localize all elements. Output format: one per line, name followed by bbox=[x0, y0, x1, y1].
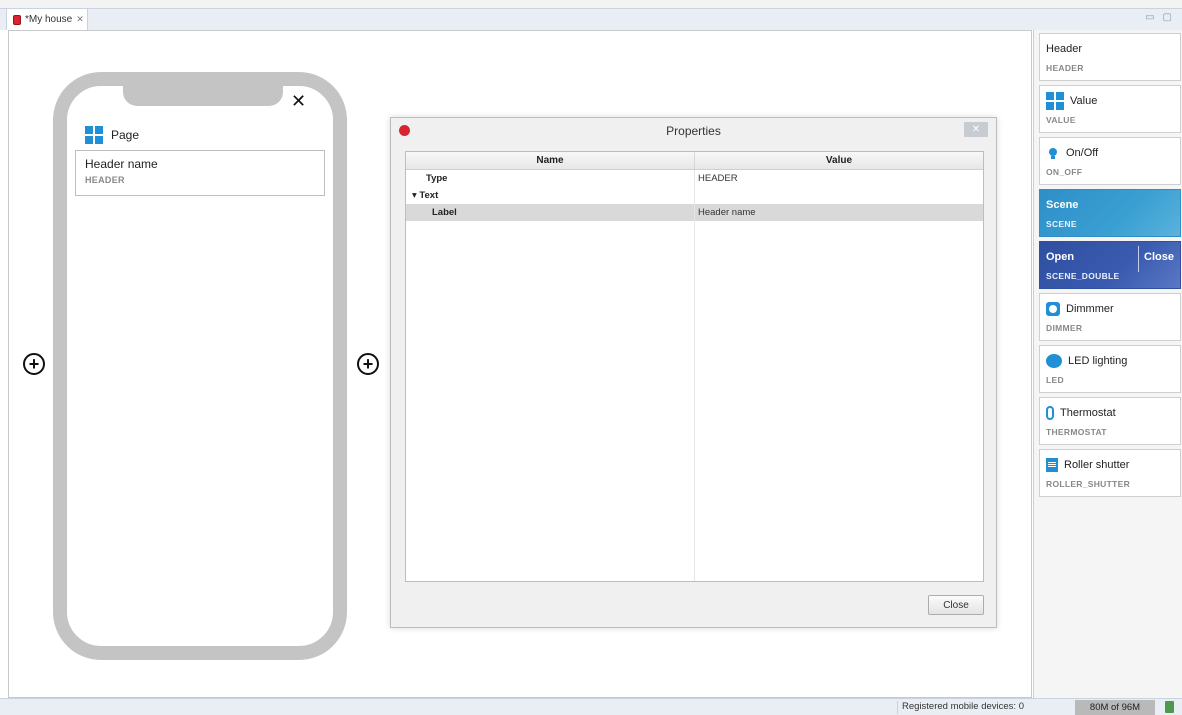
page-label: Page bbox=[111, 128, 140, 142]
palette-item-dimmer[interactable]: Dimmmer DIMMER bbox=[1039, 293, 1181, 341]
app-icon bbox=[399, 125, 410, 136]
palette-item-label-left: Open bbox=[1046, 251, 1075, 263]
row-name: Type bbox=[426, 173, 448, 184]
close-button[interactable]: Close bbox=[928, 595, 984, 615]
palette-item-type: ROLLER_SHUTTER bbox=[1046, 479, 1131, 489]
add-page-right-button[interactable]: + bbox=[357, 353, 379, 375]
palette-item-roller-shutter[interactable]: Roller shutter ROLLER_SHUTTER bbox=[1039, 449, 1181, 497]
minimize-icon[interactable]: ▭ bbox=[1145, 12, 1154, 23]
palette-item-type: SCENE_DOUBLE bbox=[1046, 271, 1120, 281]
editor-tabbar: *My house ✕ ▭ ▢ bbox=[0, 0, 1182, 30]
row-group-name: ▾ Text bbox=[412, 190, 439, 201]
palette-item-on-off[interactable]: On/Off ON_OFF bbox=[1039, 137, 1181, 185]
table-header: Name Value bbox=[406, 152, 983, 170]
palette-item-type: DIMMER bbox=[1046, 323, 1083, 333]
palette-item-type: HEADER bbox=[1046, 63, 1084, 73]
properties-dialog: Properties ✕ Name Value Type HEADER ▾ Te… bbox=[390, 117, 997, 628]
palette-item-label: Value bbox=[1070, 95, 1098, 107]
bulb-icon bbox=[1046, 146, 1060, 160]
palette-item-type: LED bbox=[1046, 375, 1064, 385]
roller-shutter-icon bbox=[1046, 458, 1058, 472]
heap-memory-status: 80M of 96M bbox=[1075, 700, 1155, 715]
close-page-icon[interactable]: ✕ bbox=[291, 92, 306, 110]
row-value[interactable]: Header name bbox=[694, 207, 983, 218]
grid-icon bbox=[1046, 92, 1064, 110]
page-title-row: Page bbox=[85, 126, 139, 144]
palette-item-type: VALUE bbox=[1046, 115, 1076, 125]
row-name: Label bbox=[432, 207, 457, 218]
header-widget-title: Header name bbox=[85, 157, 158, 171]
add-page-left-button[interactable]: + bbox=[23, 353, 45, 375]
palette-item-label: Header bbox=[1046, 43, 1083, 55]
maximize-icon[interactable]: ▢ bbox=[1163, 12, 1172, 23]
plus-icon: + bbox=[362, 354, 374, 374]
palette-item-label-right: Close bbox=[1144, 251, 1174, 263]
app-file-icon bbox=[13, 14, 21, 25]
palette-item-label: Thermostat bbox=[1060, 407, 1116, 419]
tab-close-icon[interactable]: ✕ bbox=[76, 14, 84, 25]
palette-item-label: On/Off bbox=[1066, 147, 1099, 159]
palette-item-type: SCENE bbox=[1046, 219, 1077, 229]
palette-item-label: Roller shutter bbox=[1064, 459, 1130, 471]
column-divider bbox=[694, 170, 695, 581]
palette-item-header[interactable]: Header HEADER bbox=[1039, 33, 1181, 81]
tab-title: *My house bbox=[25, 14, 73, 25]
window-controls: ▭ ▢ bbox=[1145, 12, 1172, 23]
palette-item-label: Scene bbox=[1046, 199, 1079, 211]
row-value: HEADER bbox=[698, 173, 738, 184]
palette-item-label: Dimmmer bbox=[1066, 303, 1114, 315]
palette-item-type: THERMOSTAT bbox=[1046, 427, 1107, 437]
dialog-close-icon[interactable]: ✕ bbox=[964, 122, 988, 137]
header-widget-type: HEADER bbox=[85, 175, 125, 185]
widget-palette: Header HEADER Value VALUE On/Off ON_OFF … bbox=[1033, 30, 1182, 698]
palette-item-scene[interactable]: Scene SCENE bbox=[1039, 189, 1181, 237]
registered-devices-status: Registered mobile devices: 0 bbox=[897, 701, 1024, 714]
palette-item-scene-double[interactable]: Open Close SCENE_DOUBLE bbox=[1039, 241, 1181, 289]
status-bar: Registered mobile devices: 0 80M of 96M bbox=[0, 698, 1182, 715]
garbage-collect-icon[interactable] bbox=[1165, 701, 1174, 713]
scene-split-divider bbox=[1138, 246, 1139, 272]
header-widget-card[interactable]: Header name HEADER bbox=[75, 150, 325, 196]
plus-icon: + bbox=[28, 354, 40, 374]
column-header-value[interactable]: Value bbox=[695, 152, 983, 169]
dialog-titlebar: Properties ✕ bbox=[391, 118, 996, 144]
palette-item-thermostat[interactable]: Thermostat THERMOSTAT bbox=[1039, 397, 1181, 445]
dialog-title: Properties bbox=[666, 124, 721, 138]
properties-table: Name Value Type HEADER ▾ Text Label Head… bbox=[405, 151, 984, 582]
dimmer-icon bbox=[1046, 302, 1060, 316]
palette-item-led[interactable]: LED lighting LED bbox=[1039, 345, 1181, 393]
column-header-name[interactable]: Name bbox=[406, 152, 695, 169]
tab-strip bbox=[0, 8, 1182, 30]
led-icon bbox=[1046, 354, 1062, 368]
palette-item-label: LED lighting bbox=[1068, 355, 1128, 367]
tab-my-house[interactable]: *My house ✕ bbox=[6, 8, 88, 30]
thermometer-icon bbox=[1046, 406, 1054, 420]
palette-item-value[interactable]: Value VALUE bbox=[1039, 85, 1181, 133]
page-grid-icon bbox=[85, 126, 103, 144]
phone-frame: ✕ Page Header name HEADER bbox=[53, 72, 347, 660]
phone-notch bbox=[123, 84, 283, 106]
palette-item-type: ON_OFF bbox=[1046, 167, 1083, 177]
